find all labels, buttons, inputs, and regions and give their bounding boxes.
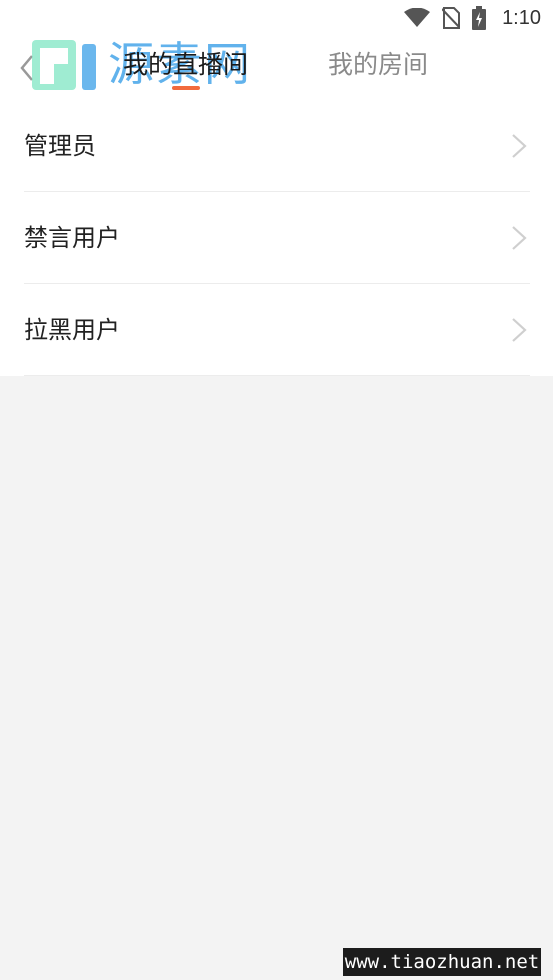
list-item-blocked-users[interactable]: 拉黑用户 [0,284,553,376]
settings-list: 管理员 禁言用户 拉黑用户 [0,100,553,376]
list-item-admins[interactable]: 管理员 [0,100,553,192]
chevron-right-icon [511,133,527,159]
no-sim-icon [442,7,461,29]
tab-my-live-room[interactable]: 我的直播间 [123,48,248,82]
wifi-icon [404,8,431,28]
header: 源素网 我的直播间 我的房间 [0,36,553,100]
site-watermark: www.tiaozhuan.net [343,948,541,976]
active-tab-indicator [172,86,200,90]
divider [24,375,530,376]
battery-charging-icon [472,6,487,30]
list-item-label: 管理员 [24,132,96,160]
list-item-label: 禁言用户 [24,224,120,252]
chevron-right-icon [511,225,527,251]
watermark-logo [30,38,100,96]
chevron-right-icon [511,317,527,343]
list-item-muted-users[interactable]: 禁言用户 [0,192,553,284]
clock: 1:10 [502,6,541,29]
status-bar: 1:10 [0,0,553,36]
list-item-label: 拉黑用户 [24,316,120,344]
tab-my-room[interactable]: 我的房间 [328,48,428,82]
